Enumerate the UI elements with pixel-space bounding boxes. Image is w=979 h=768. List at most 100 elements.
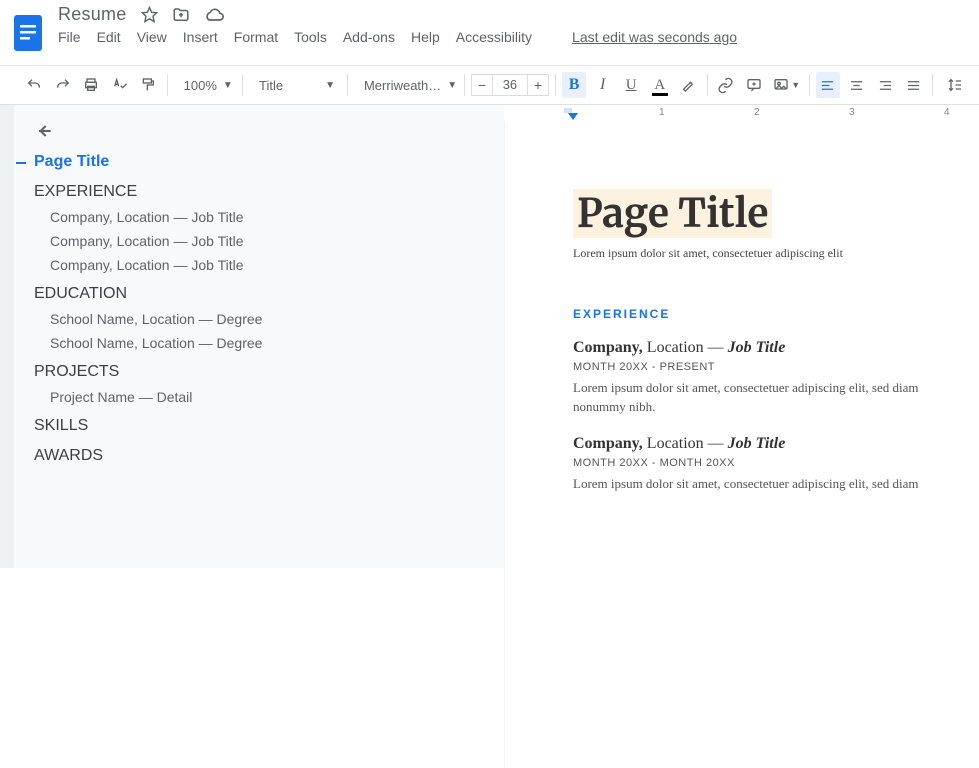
outline-close-button[interactable] [34,121,494,141]
entry-job-title: Job Title [728,339,786,356]
align-justify-button[interactable] [901,72,926,98]
page-title[interactable]: Page Title [573,189,772,238]
ruler-tick: 1 [659,107,665,118]
workspace: Page Title EXPERIENCE Company, Location … [0,105,979,568]
left-indent-marker[interactable] [568,113,578,120]
menu-format[interactable]: Format [234,29,278,45]
document-area: 1 2 3 4 Page Title Lorem ipsum dolor sit… [504,105,979,568]
move-icon[interactable] [172,6,190,24]
outline-item[interactable]: Company, Location — Job Title [50,209,494,225]
star-icon[interactable] [141,6,158,23]
underline-button[interactable]: U [619,72,644,98]
highlight-color-button[interactable] [676,72,701,98]
outline-item[interactable]: Company, Location — Job Title [50,233,494,249]
font-size-increase[interactable]: + [527,74,549,96]
horizontal-ruler[interactable]: 1 2 3 4 [504,105,979,121]
add-comment-button[interactable] [742,72,767,98]
outline-item[interactable]: Company, Location — Job Title [50,257,494,273]
toolbar: 100% ▼ Title▼ Merriweath… ▼ − 36 + B I U A… [0,66,979,105]
outline-current-marker [16,162,26,164]
outline-heading[interactable]: EDUCATION [34,285,494,303]
outline-title-item[interactable]: Page Title [34,153,494,171]
zoom-select[interactable]: 100% ▼ [174,72,236,98]
menu-file[interactable]: File [58,29,81,45]
entry-company: Company, [573,435,643,452]
redo-button[interactable] [51,72,76,98]
align-right-button[interactable] [873,72,898,98]
separator [555,74,556,96]
menu-insert[interactable]: Insert [183,29,218,45]
entry-body: Lorem ipsum dolor sit amet, consectetuer… [573,475,973,494]
menu-addons[interactable]: Add-ons [343,29,395,45]
print-button[interactable] [79,72,104,98]
separator [707,74,708,96]
chevron-down-icon: ▼ [223,80,233,91]
separator [347,74,348,96]
separator [809,74,810,96]
bold-button[interactable]: B [562,72,587,98]
paint-format-button[interactable] [136,72,161,98]
cloud-status-icon[interactable] [204,7,224,23]
entry-location: Location — [643,435,728,452]
insert-image-button[interactable]: ▼ [771,72,803,98]
ruler-tick: 2 [754,107,760,118]
outline-heading[interactable]: AWARDS [34,447,494,465]
section-heading[interactable]: EXPERIENCE [573,307,979,321]
docs-logo[interactable] [8,6,48,60]
vertical-ruler-strip [0,105,14,568]
outline-heading[interactable]: PROJECTS [34,363,494,381]
experience-entry[interactable]: Company, Location — Job Title MONTH 20XX… [573,435,979,494]
entry-job-title: Job Title [728,435,786,452]
outline-heading[interactable]: SKILLS [34,417,494,435]
insert-link-button[interactable] [714,72,739,98]
font-size-decrease[interactable]: − [471,74,493,96]
menu-accessibility[interactable]: Accessibility [456,29,532,45]
outline-heading[interactable]: EXPERIENCE [34,183,494,201]
document-title[interactable]: Resume [58,4,127,25]
menu-view[interactable]: View [137,29,167,45]
outline-title-label: Page Title [34,153,109,171]
text-color-button[interactable]: A [648,72,673,98]
document-page[interactable]: Page Title Lorem ipsum dolor sit amet, c… [504,121,979,768]
spellcheck-button[interactable] [108,72,133,98]
chevron-down-icon: ▼ [791,80,800,90]
menu-edit[interactable]: Edit [97,29,121,45]
separator [464,74,465,96]
align-left-button[interactable] [816,72,841,98]
chevron-down-icon: ▼ [447,80,457,91]
entry-body: Lorem ipsum dolor sit amet, consectetuer… [573,379,973,417]
separator [932,74,933,96]
last-edit-link[interactable]: Last edit was seconds ago [572,29,737,45]
outline-list: Page Title EXPERIENCE Company, Location … [34,153,494,465]
font-size-input[interactable]: 36 [493,74,527,96]
page-subtitle[interactable]: Lorem ipsum dolor sit amet, consectetuer… [573,246,979,261]
menu-row: File Edit View Insert Format Tools Add-o… [58,29,971,45]
menu-tools[interactable]: Tools [294,29,327,45]
menubar: Resume File Edit View Insert Format Tool… [0,0,979,66]
separator [167,74,168,96]
font-value: Merriweath… [364,78,441,93]
outline-item[interactable]: Project Name — Detail [50,389,494,405]
entry-date: MONTH 20XX - MONTH 20XX [573,457,979,469]
paragraph-style-select[interactable]: Title▼ [249,72,341,98]
experience-entry[interactable]: Company, Location — Job Title MONTH 20XX… [573,339,979,417]
entry-title-line: Company, Location — Job Title [573,339,979,357]
separator [242,74,243,96]
chevron-down-icon: ▼ [325,80,335,91]
italic-button[interactable]: I [590,72,615,98]
line-spacing-button[interactable] [939,72,971,98]
entry-location: Location — [643,339,728,356]
outline-item[interactable]: School Name, Location — Degree [50,311,494,327]
font-size-group: − 36 + [471,74,549,96]
zoom-value: 100% [184,78,217,93]
outline-item[interactable]: School Name, Location — Degree [50,335,494,351]
entry-company: Company, [573,339,643,356]
entry-title-line: Company, Location — Job Title [573,435,979,453]
align-center-button[interactable] [844,72,869,98]
menu-help[interactable]: Help [411,29,440,45]
font-select[interactable]: Merriweath… ▼ [354,72,458,98]
entry-date: MONTH 20XX - PRESENT [573,361,979,373]
outline-pane: Page Title EXPERIENCE Company, Location … [0,105,504,568]
ruler-tick: 4 [944,107,950,118]
undo-button[interactable] [22,72,47,98]
